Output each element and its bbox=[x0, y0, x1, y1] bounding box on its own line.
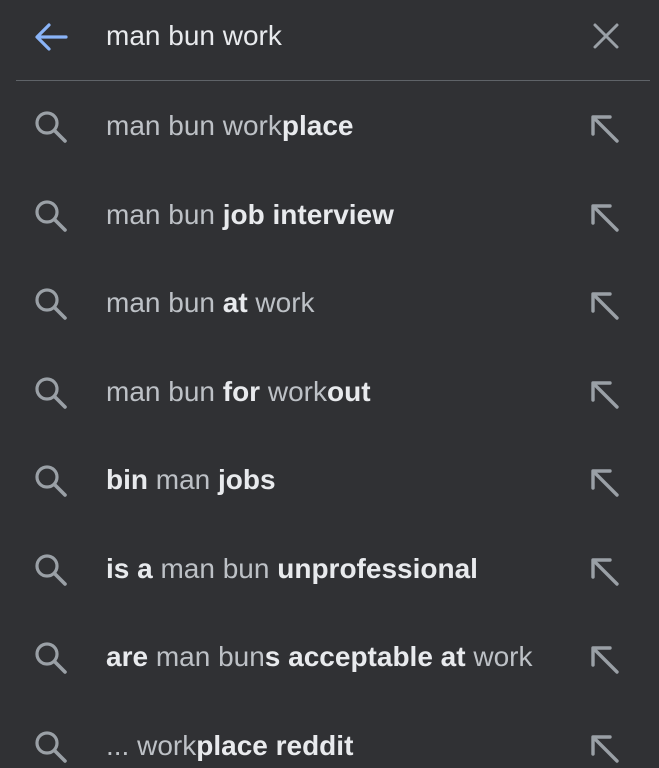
suggestion-item[interactable]: man bun at work bbox=[0, 259, 659, 348]
fill-suggestion-button[interactable] bbox=[582, 460, 628, 506]
fill-suggestion-button[interactable] bbox=[582, 726, 628, 768]
suggestion-text-bold: job interview bbox=[222, 198, 394, 230]
fill-suggestion-button[interactable] bbox=[582, 549, 628, 595]
suggestion-text-bold: is a bbox=[106, 552, 153, 584]
suggestion-text-bold: place bbox=[281, 110, 354, 141]
suggestion-text-regular: man bun bbox=[106, 287, 223, 318]
suggestion-item[interactable]: man bun for workout bbox=[0, 348, 659, 437]
arrow-up-left-icon bbox=[591, 734, 619, 763]
search-icon bbox=[35, 553, 67, 586]
suggestion-text-regular: man bun bbox=[152, 552, 278, 584]
suggestion-text-regular: work bbox=[465, 641, 533, 672]
divider bbox=[16, 80, 650, 81]
suggestion-text-regular: man bun bbox=[106, 375, 223, 407]
arrow-up-left-icon bbox=[591, 557, 619, 586]
suggestion-text-bold: jobs bbox=[218, 464, 276, 495]
suggestion-item[interactable]: bin man jobs bbox=[0, 436, 659, 525]
suggestion-text-bold: at bbox=[222, 287, 248, 318]
search-icon bbox=[35, 376, 67, 409]
search-input[interactable] bbox=[106, 13, 566, 59]
search-icon bbox=[35, 288, 67, 320]
suggestion-text-regular: man bun bbox=[148, 641, 265, 672]
suggestion-text: ... workplace reddit bbox=[106, 728, 353, 764]
arrow-up-left-icon bbox=[591, 292, 619, 320]
suggestion-text-regular: ... work bbox=[106, 729, 197, 761]
suggestion-text: are man buns acceptable at work bbox=[106, 639, 532, 675]
suggestion-text: man bun job interview bbox=[106, 197, 394, 233]
suggestion-text-bold: for bbox=[222, 375, 261, 407]
suggestion-text-bold: unprofessional bbox=[277, 552, 478, 584]
suggestion-text: man bun for workout bbox=[106, 374, 371, 410]
back-button[interactable] bbox=[30, 18, 72, 56]
suggestion-item[interactable]: ... workplace reddit bbox=[0, 702, 659, 768]
arrow-up-left-icon bbox=[591, 380, 619, 409]
suggestion-item[interactable]: man bun workplace bbox=[0, 82, 659, 171]
search-icon bbox=[35, 199, 67, 232]
suggestion-text-regular: man bun bbox=[106, 198, 223, 230]
suggestion-item[interactable]: is a man bun unprofessional bbox=[0, 525, 659, 614]
arrow-up-left-icon bbox=[591, 469, 619, 497]
suggestion-text: bin man jobs bbox=[106, 462, 276, 498]
arrow-up-left-icon bbox=[591, 203, 619, 232]
search-suggestions-screen: man bun workplaceman bun job interviewma… bbox=[0, 0, 659, 768]
arrow-up-left-icon bbox=[591, 115, 619, 143]
fill-suggestion-button[interactable] bbox=[582, 283, 628, 329]
suggestion-list: man bun workplace man bun job interview ma… bbox=[0, 82, 659, 768]
suggestion-text-bold: s acceptable at bbox=[264, 641, 466, 672]
suggestion-text-regular: man bbox=[148, 464, 219, 495]
suggestion-text: is a man bun unprofessional bbox=[106, 551, 478, 587]
search-bar bbox=[0, 0, 659, 78]
clear-search-button[interactable] bbox=[585, 15, 627, 57]
arrow-up-left-icon bbox=[591, 646, 619, 674]
suggestion-text-bold: are bbox=[106, 641, 149, 672]
close-icon bbox=[593, 23, 619, 49]
suggestion-text: man bun at work bbox=[106, 285, 315, 321]
suggestion-text-regular: work bbox=[247, 287, 315, 318]
suggestion-text-regular: work bbox=[260, 375, 327, 407]
suggestion-item[interactable]: man bun job interview bbox=[0, 171, 659, 260]
search-icon bbox=[35, 465, 67, 497]
suggestion-item[interactable]: are man buns acceptable at work bbox=[0, 613, 659, 702]
fill-suggestion-button[interactable] bbox=[582, 106, 628, 152]
arrow-left-icon bbox=[35, 23, 68, 51]
suggestion-text-bold: out bbox=[326, 375, 371, 407]
suggestion-text-regular: man bun work bbox=[106, 110, 282, 141]
suggestion-text-bold: bin bbox=[106, 464, 148, 495]
fill-suggestion-button[interactable] bbox=[582, 195, 628, 241]
suggestion-text-bold: place reddit bbox=[196, 729, 354, 761]
fill-suggestion-button[interactable] bbox=[582, 637, 628, 683]
search-icon bbox=[35, 111, 67, 143]
search-icon bbox=[35, 730, 67, 763]
fill-suggestion-button[interactable] bbox=[582, 372, 628, 418]
search-icon bbox=[35, 642, 67, 674]
suggestion-text: man bun workplace bbox=[106, 108, 353, 144]
